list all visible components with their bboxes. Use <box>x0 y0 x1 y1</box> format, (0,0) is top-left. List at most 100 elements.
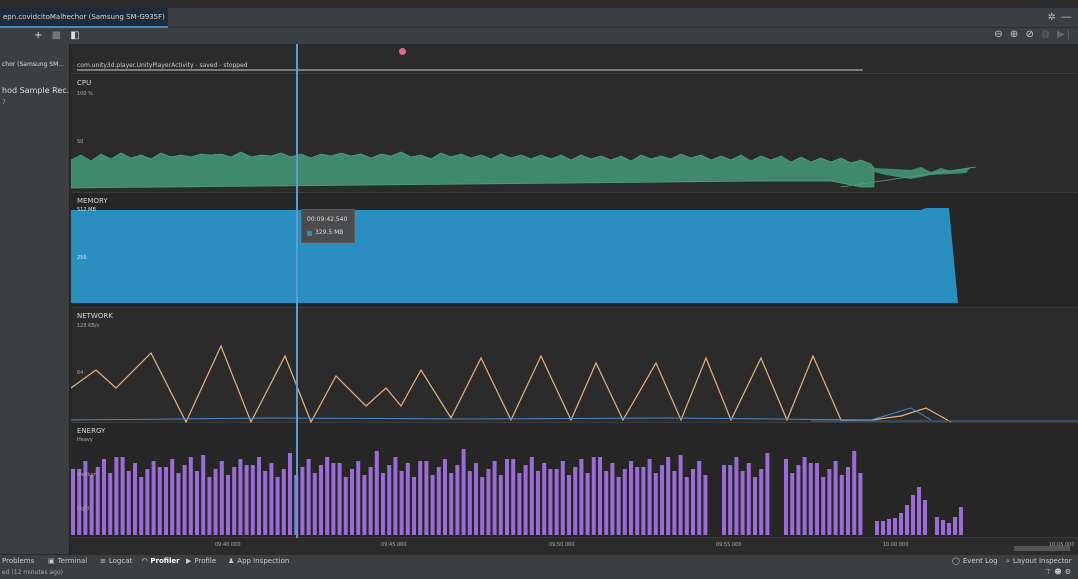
energy-bar <box>523 465 528 535</box>
layout-inspector-icon: ⌕ <box>1006 557 1010 565</box>
terminal-icon: ▣ <box>48 557 55 565</box>
reset-zoom-button[interactable]: ⊘ <box>1025 29 1035 40</box>
play-icon: ▶ <box>186 557 192 565</box>
gear-icon[interactable]: ✲ <box>1048 12 1056 23</box>
time-axis: 09:40.000 09:45.000 09:50.000 09:55.000 … <box>71 538 1078 554</box>
energy-bar <box>77 469 82 535</box>
app-inspection-tab[interactable]: ♟ App Inspection <box>228 557 289 565</box>
energy-bar <box>393 457 398 535</box>
energy-bar <box>911 495 915 535</box>
profiler-tab[interactable]: ◠ Profiler <box>142 557 180 565</box>
energy-bar <box>941 520 945 535</box>
stop-session-button[interactable]: ■ <box>52 30 61 41</box>
session-tab[interactable]: epn.covidcitoMalhechor (Samsung SM-G935F… <box>0 8 168 28</box>
memory-axis-mid: 256 <box>77 255 87 261</box>
layout-inspector-tab[interactable]: ⌕ Layout Inspector <box>1006 557 1072 566</box>
energy-bar <box>746 463 751 535</box>
energy-bar <box>815 463 819 535</box>
energy-bar <box>678 455 683 535</box>
profile-tab[interactable]: ▶ Profile <box>186 557 216 565</box>
energy-bar <box>244 465 249 535</box>
profiler-timeline[interactable]: com.unity3d.player.UnityPlayerActivity -… <box>71 44 1078 554</box>
time-tick: 10:00.000 <box>883 542 909 548</box>
energy-bar <box>182 465 187 535</box>
energy-bar <box>418 461 423 535</box>
problems-tab[interactable]: Problems <box>2 557 34 565</box>
energy-bar <box>672 471 677 535</box>
settings-icon[interactable]: ⚙ <box>1065 568 1074 576</box>
zoom-out-button[interactable]: ⊖ <box>994 29 1004 40</box>
energy-bar <box>263 471 268 535</box>
energy-bar <box>226 475 230 535</box>
cpu-usage-area <box>71 151 875 189</box>
activity-bar[interactable] <box>77 69 863 71</box>
event-log-tab[interactable]: ◯ Event Log <box>952 557 998 565</box>
network-chart <box>71 344 1078 423</box>
energy-bar <box>536 471 540 535</box>
memory-usage-area <box>71 208 958 303</box>
terminal-label: Terminal <box>57 557 88 565</box>
session-device-item[interactable]: chor (Samsung SM... <box>2 61 70 68</box>
energy-bar <box>653 473 658 535</box>
status-text: ed (12 minutes ago) <box>2 569 63 576</box>
pause-button[interactable]: ◍ <box>1041 29 1052 40</box>
energy-bar <box>207 477 212 535</box>
energy-bar <box>881 521 885 535</box>
minimize-icon[interactable]: — <box>1061 10 1072 23</box>
memory-lane[interactable]: MEMORY 512 MB 256 <box>71 193 1078 308</box>
network-lane[interactable]: NETWORK 128 KB/s 64 <box>71 308 1078 423</box>
zoom-in-button[interactable]: ⊕ <box>1010 29 1020 40</box>
profile-label: Profile <box>194 557 217 565</box>
energy-bar <box>765 453 770 535</box>
energy-bar <box>875 521 879 535</box>
face-icon[interactable]: ☻ <box>1054 568 1064 576</box>
add-session-button[interactable]: + <box>34 30 42 41</box>
toggle-sessions-panel-button[interactable]: ◧ <box>70 30 79 41</box>
cpu-title: CPU <box>77 79 92 87</box>
energy-chart <box>71 449 963 535</box>
energy-bar <box>629 461 633 535</box>
energy-bar <box>238 459 243 535</box>
event-log-label: Event Log <box>962 557 998 565</box>
energy-lane[interactable]: ENERGY Heavy Medium Light <box>71 423 1078 538</box>
logcat-tab[interactable]: ≡ Logcat <box>100 557 132 565</box>
cpu-lane[interactable]: CPU 100 % 50 <box>71 75 1078 193</box>
energy-bar <box>133 463 137 535</box>
energy-bar <box>201 455 206 535</box>
energy-bar <box>71 469 75 535</box>
energy-bar <box>691 469 695 535</box>
energy-bar <box>343 477 348 535</box>
energy-bar <box>325 457 330 535</box>
activity-label: com.unity3d.player.UnityPlayerActivity -… <box>77 62 248 69</box>
terminal-tab[interactable]: ▣ Terminal <box>48 557 87 565</box>
energy-bar <box>195 471 199 535</box>
energy-bar <box>430 475 435 535</box>
status-icons: ⊤☻⚙ <box>1045 568 1074 576</box>
user-event-dot[interactable] <box>399 48 406 55</box>
memory-title: MEMORY <box>77 197 108 205</box>
energy-bar <box>635 467 640 535</box>
energy-bar <box>176 473 181 535</box>
energy-bar <box>697 461 702 535</box>
energy-bar <box>405 463 410 535</box>
sessions-panel: chor (Samsung SM... hod Sample Rec... 7 <box>0 44 70 554</box>
energy-bar <box>821 477 826 535</box>
cpu-chart <box>71 151 977 189</box>
energy-bar <box>474 463 478 535</box>
session-method-recording-item[interactable]: hod Sample Rec... <box>2 86 70 95</box>
timeline-cursor[interactable] <box>296 44 298 538</box>
energy-bar <box>893 518 897 535</box>
tooltip-swatch <box>307 231 312 236</box>
energy-bar <box>548 469 553 535</box>
energy-bar <box>188 457 193 535</box>
energy-axis-light: Light <box>77 506 90 512</box>
timeline-scrollbar[interactable] <box>1014 546 1070 551</box>
go-live-button[interactable]: ▶| <box>1057 29 1072 40</box>
energy-bar <box>381 473 385 535</box>
energy-bar <box>424 461 429 535</box>
energy-bar <box>802 457 807 535</box>
energy-bar <box>281 469 286 535</box>
energy-bar <box>170 459 175 535</box>
event-log-icon: ◯ <box>952 557 960 565</box>
energy-bar <box>740 471 745 535</box>
